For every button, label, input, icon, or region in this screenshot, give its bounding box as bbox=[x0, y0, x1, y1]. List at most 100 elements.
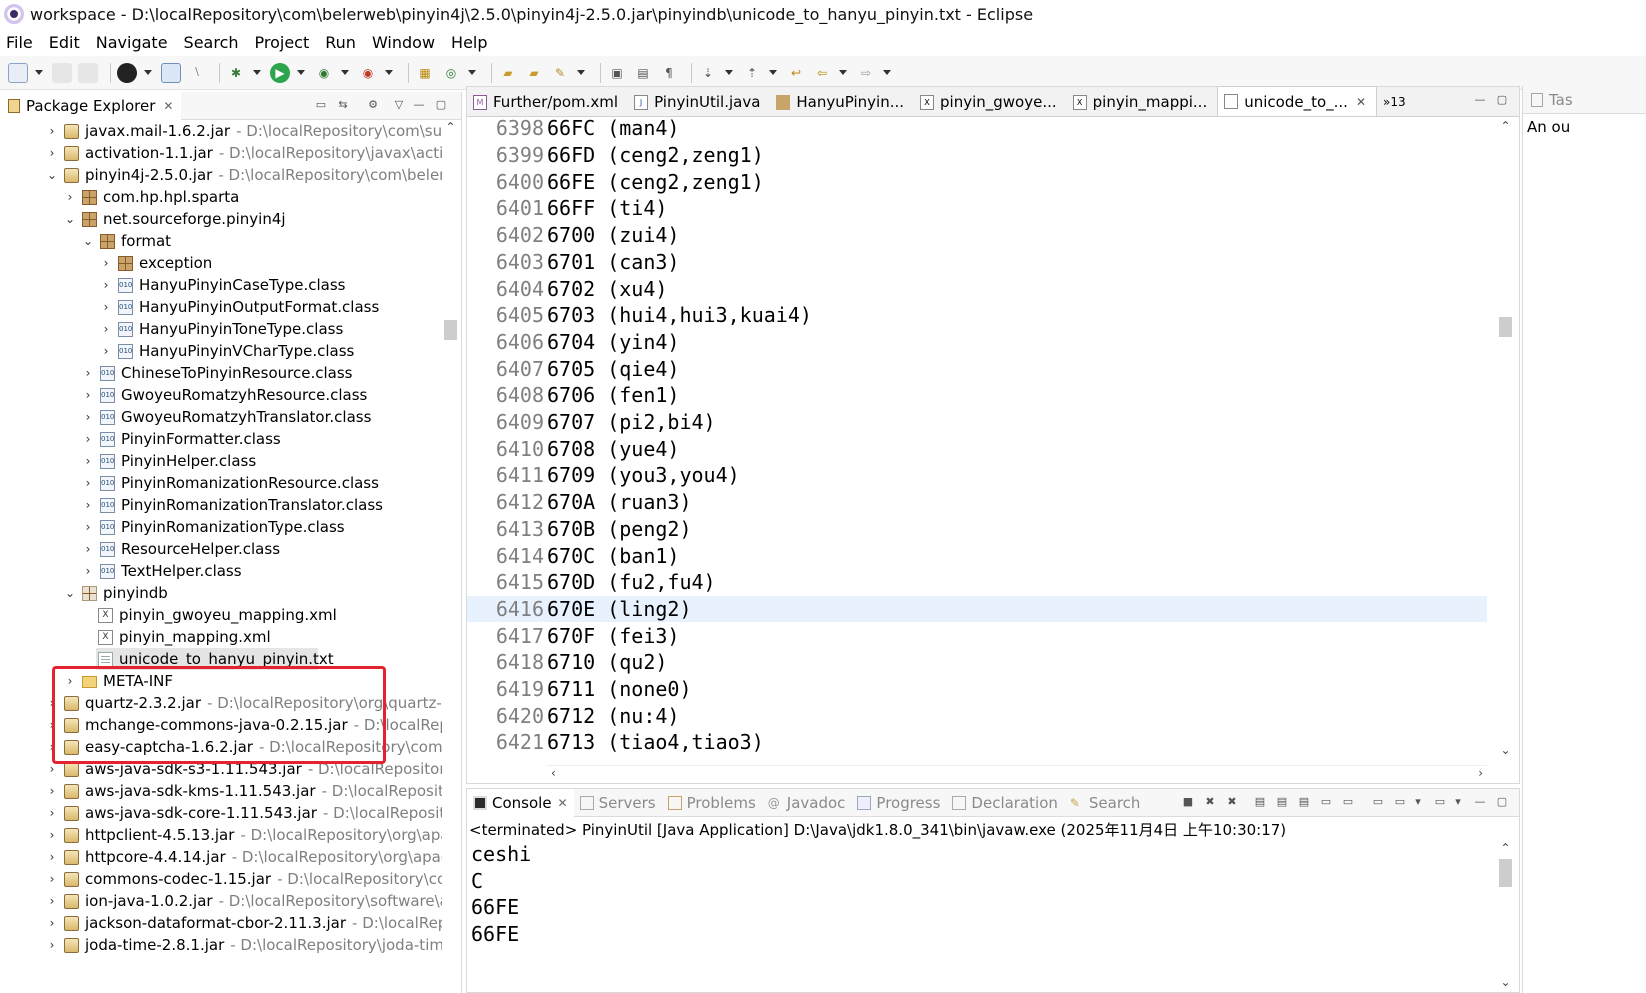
tab-problems[interactable]: Problems bbox=[662, 789, 762, 817]
save-icon[interactable] bbox=[52, 62, 72, 83]
coverage-dropdown-icon[interactable] bbox=[340, 63, 350, 83]
tab-console[interactable]: Console ✕ bbox=[467, 788, 574, 817]
tab-progress[interactable]: Progress bbox=[851, 789, 946, 817]
scroll-down-icon[interactable]: ⌄ bbox=[1497, 975, 1514, 991]
expand-icon[interactable]: › bbox=[80, 519, 96, 535]
tree-row[interactable]: › com.hp.hpl.sparta bbox=[0, 186, 440, 208]
expand-icon[interactable]: › bbox=[44, 805, 60, 821]
new-icon[interactable] bbox=[8, 62, 28, 83]
tree-row[interactable]: › activation-1.1.jar - D:\localRepository\… bbox=[0, 142, 442, 164]
open-type-icon[interactable]: ▰ bbox=[498, 63, 518, 83]
editor-tab-pinyin-mapping[interactable]: Xpinyin_mappi... bbox=[1067, 88, 1218, 116]
tree-row[interactable]: › 010 GwoyeuRomatzyhTranslator.class bbox=[0, 406, 440, 428]
tab-declaration[interactable]: Declaration bbox=[946, 789, 1063, 817]
prev-annotation-dropdown-icon[interactable] bbox=[768, 63, 778, 83]
expand-icon[interactable]: › bbox=[98, 255, 114, 271]
menu-edit[interactable]: Edit bbox=[49, 33, 80, 52]
skip-breakpoints-icon[interactable]: ⧵ bbox=[187, 63, 207, 83]
tree-row[interactable]: › javax.mail-1.6.2.jar - D:\localRepositor… bbox=[0, 120, 442, 142]
expand-icon[interactable]: › bbox=[44, 123, 60, 139]
tree-row[interactable]: › 010 ResourceHelper.class bbox=[0, 538, 440, 560]
tree-row[interactable]: ⌄ net.sourceforge.pinyin4j bbox=[0, 208, 440, 230]
scroll-up-icon[interactable]: ⌃ bbox=[442, 120, 459, 136]
minimize-icon[interactable]: — bbox=[1473, 795, 1487, 809]
view-menu-icon[interactable]: ▽ bbox=[392, 98, 406, 112]
collapse-icon[interactable]: ⌄ bbox=[62, 211, 78, 227]
open-console-dropdown-icon[interactable]: ▾ bbox=[1451, 795, 1465, 809]
expand-icon[interactable]: › bbox=[44, 849, 60, 865]
tree-row[interactable]: Xpinyin_gwoyeu_mapping.xml bbox=[0, 604, 440, 626]
expand-icon[interactable]: › bbox=[80, 497, 96, 513]
tree-row[interactable]: › ion-java-1.0.2.jar - D:\localRepository\… bbox=[0, 890, 442, 912]
tree-row[interactable]: ⌄ pinyin4j-2.5.0.jar - D:\localRepository\… bbox=[0, 164, 442, 186]
collapse-icon[interactable]: ⌄ bbox=[80, 233, 96, 249]
back-icon[interactable]: ⇦ bbox=[812, 63, 832, 83]
scrollbar-thumb[interactable] bbox=[1499, 859, 1512, 887]
tree-row[interactable]: › 010 PinyinRomanizationType.class bbox=[0, 516, 440, 538]
tree-row[interactable]: › aws-java-sdk-core-1.11.543.jar - D:\loca… bbox=[0, 802, 442, 824]
menu-file[interactable]: File bbox=[6, 33, 33, 52]
close-icon[interactable]: ✕ bbox=[163, 99, 173, 113]
expand-icon[interactable]: › bbox=[44, 145, 60, 161]
run-dropdown-icon[interactable] bbox=[296, 63, 306, 83]
forward-icon[interactable]: ⇨ bbox=[856, 63, 876, 83]
expand-icon[interactable]: › bbox=[44, 827, 60, 843]
scroll-up-icon[interactable]: ⌃ bbox=[1497, 841, 1514, 857]
tab-javadoc[interactable]: @ Javadoc bbox=[762, 789, 852, 817]
new-java-project-icon[interactable]: ▦ bbox=[415, 63, 435, 83]
next-annotation-icon[interactable]: ⇣ bbox=[698, 63, 718, 83]
editor-tabs-overflow[interactable]: »13 bbox=[1377, 88, 1416, 116]
tree-row[interactable]: › 010 HanyuPinyinVCharType.class bbox=[0, 340, 440, 362]
maximize-icon[interactable]: ▢ bbox=[1495, 795, 1509, 809]
minimize-icon[interactable]: — bbox=[412, 98, 426, 112]
display-console-icon[interactable]: ▭ bbox=[1393, 795, 1407, 809]
filter-icon[interactable]: ⚙ bbox=[366, 98, 380, 112]
word-wrap-icon[interactable]: ▤ bbox=[1297, 795, 1311, 809]
expand-icon[interactable]: › bbox=[44, 871, 60, 887]
scrollbar-thumb[interactable] bbox=[444, 320, 457, 340]
tree-row[interactable]: ⌄ pinyindb bbox=[0, 582, 440, 604]
expand-icon[interactable]: › bbox=[98, 343, 114, 359]
editor-tab-pom[interactable]: M Further/pom.xml bbox=[467, 88, 628, 116]
menu-window[interactable]: Window bbox=[372, 33, 435, 52]
scroll-lock-icon[interactable]: ▤ bbox=[1275, 795, 1289, 809]
tree-row[interactable]: Xpinyin_mapping.xml bbox=[0, 626, 440, 648]
expand-icon[interactable]: › bbox=[98, 321, 114, 337]
text-editor[interactable]: 6398 66FC (man4) 6399 66FD (ceng2,zeng1) 6… bbox=[467, 115, 1487, 765]
expand-icon[interactable]: › bbox=[80, 453, 96, 469]
console-output[interactable]: ceshi C 66FE 66FE bbox=[471, 841, 531, 947]
expand-icon[interactable]: › bbox=[44, 893, 60, 909]
tree-row[interactable]: › joda-time-2.8.1.jar - D:\localRepository… bbox=[0, 934, 442, 956]
remove-launch-icon[interactable]: ✖ bbox=[1203, 795, 1217, 809]
editor-tab-hanyupinyin[interactable]: HanyuPinyin... bbox=[770, 88, 914, 116]
show-on-stderr-icon[interactable]: ▭ bbox=[1341, 795, 1355, 809]
expand-icon[interactable]: › bbox=[44, 937, 60, 953]
prev-annotation-icon[interactable]: ⇡ bbox=[742, 63, 762, 83]
terminate-icon[interactable]: ■ bbox=[1181, 795, 1195, 809]
scroll-up-icon[interactable]: ⌃ bbox=[1497, 119, 1514, 135]
back-dropdown-icon[interactable] bbox=[838, 63, 848, 83]
menu-help[interactable]: Help bbox=[451, 33, 487, 52]
expand-icon[interactable]: › bbox=[44, 915, 60, 931]
tree-row[interactable]: › 010 HanyuPinyinOutputFormat.class bbox=[0, 296, 440, 318]
coverage-icon[interactable]: ◉ bbox=[314, 63, 334, 83]
expand-icon[interactable]: › bbox=[98, 277, 114, 293]
editor-tab-pinyin-gwoyeu[interactable]: Xpinyin_gwoye... bbox=[914, 88, 1067, 116]
tree-row[interactable]: › 010 PinyinRomanizationResource.class bbox=[0, 472, 440, 494]
maximize-icon[interactable]: ▢ bbox=[1495, 93, 1509, 107]
link-with-editor-icon[interactable]: ⇆ bbox=[336, 98, 350, 112]
tab-servers[interactable]: Servers bbox=[574, 789, 662, 817]
package-explorer-scrollbar[interactable]: ⌃ bbox=[442, 120, 459, 993]
tree-row[interactable]: › 010 HanyuPinyinCaseType.class bbox=[0, 274, 440, 296]
scrollbar-thumb[interactable] bbox=[1499, 317, 1512, 337]
run-icon[interactable]: ▶ bbox=[270, 62, 290, 83]
expand-icon[interactable]: › bbox=[80, 541, 96, 557]
scroll-left-icon[interactable]: ‹ bbox=[551, 766, 556, 780]
scroll-right-icon[interactable]: › bbox=[1478, 766, 1483, 780]
expand-icon[interactable]: › bbox=[98, 299, 114, 315]
package-explorer-tab[interactable]: Package Explorer ✕ bbox=[0, 91, 182, 120]
pin-console-icon[interactable]: ▭ bbox=[1371, 795, 1385, 809]
next-annotation-dropdown-icon[interactable] bbox=[724, 63, 734, 83]
tree-row[interactable]: › 010 PinyinHelper.class bbox=[0, 450, 440, 472]
display-console-dropdown-icon[interactable]: ▾ bbox=[1411, 795, 1425, 809]
